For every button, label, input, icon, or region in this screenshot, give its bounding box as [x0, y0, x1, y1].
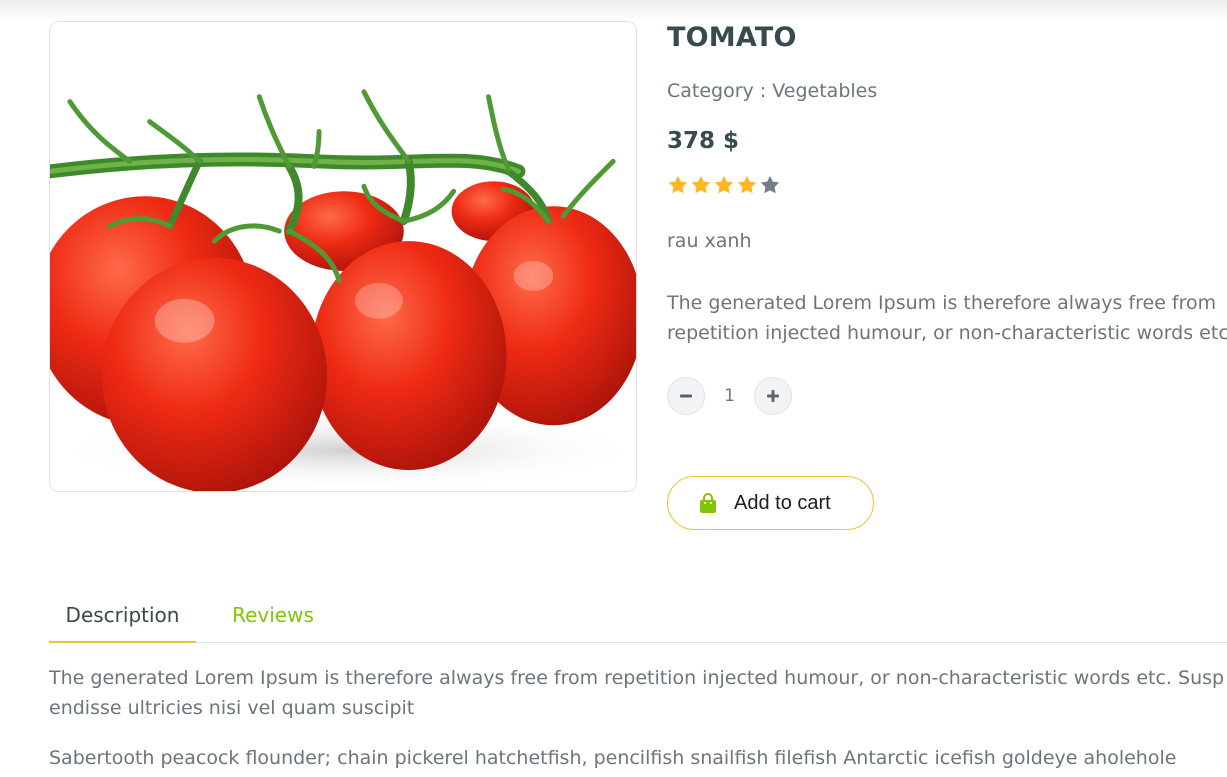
quantity-value[interactable]: 1 [705, 386, 754, 406]
header-shadow [0, 0, 1227, 22]
quantity-stepper: 1 [667, 377, 792, 415]
product-detail-page: TOMATO Category : Vegetables 378 $ rau x… [0, 0, 1227, 777]
product-short-description: The generated Lorem Ipsum is therefore a… [667, 288, 1227, 348]
tomato-image-graphic [50, 22, 636, 491]
product-title: TOMATO [667, 22, 797, 53]
star-icon [759, 174, 781, 196]
product-tabs: Description Reviews [49, 592, 1227, 643]
minus-icon [680, 394, 692, 398]
star-icon [667, 174, 689, 196]
product-subtitle: rau xanh [667, 230, 752, 252]
short-description-line: The generated Lorem Ipsum is therefore a… [667, 292, 1217, 314]
add-to-cart-button[interactable]: Add to cart [667, 476, 874, 530]
tab-reviews[interactable]: Reviews [218, 592, 328, 643]
decrement-button[interactable] [667, 377, 705, 415]
description-paragraph: The generated Lorem Ipsum is therefore a… [49, 667, 1225, 719]
product-category: Category : Vegetables [667, 80, 878, 102]
product-image [49, 21, 637, 492]
plus-icon [767, 390, 779, 402]
short-description-line: repetition injected humour, or non-chara… [667, 322, 1227, 344]
product-price: 378 $ [667, 128, 740, 154]
add-to-cart-label: Add to cart [734, 491, 831, 514]
star-rating [667, 174, 781, 196]
description-paragraph: Sabertooth peacock flounder; chain picke… [49, 747, 1177, 769]
star-icon [736, 174, 758, 196]
star-icon [690, 174, 712, 196]
tab-description[interactable]: Description [49, 592, 196, 643]
shopping-bag-icon [700, 493, 716, 513]
star-icon [713, 174, 735, 196]
increment-button[interactable] [754, 377, 792, 415]
